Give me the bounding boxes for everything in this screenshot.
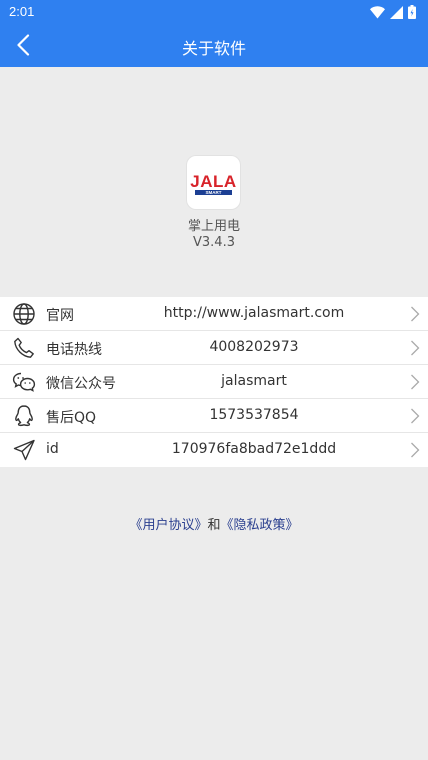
row-value: jalasmart — [221, 373, 287, 389]
connector-text: 和 — [207, 518, 221, 533]
wechat-icon — [12, 372, 36, 392]
row-label: 微信公众号 — [46, 376, 116, 392]
row-value: 1573537854 — [209, 407, 299, 423]
info-list: 官网 http://www.jalasmart.com 电话热线 4008202… — [0, 297, 428, 467]
app-header: 2:01 关于软件 — [0, 0, 428, 67]
privacy-policy-link[interactable]: 《隐私政策》 — [221, 518, 299, 533]
send-icon — [13, 439, 35, 461]
chevron-right-icon — [411, 442, 420, 458]
row-label: 官网 — [46, 308, 74, 324]
globe-icon — [13, 303, 35, 325]
phone-icon — [14, 337, 34, 358]
qq-icon — [15, 405, 33, 427]
nav-bar: 关于软件 — [0, 24, 428, 67]
row-label: 电话热线 — [46, 342, 102, 358]
status-icons — [370, 4, 416, 20]
chevron-right-icon — [411, 340, 420, 356]
row-website[interactable]: 官网 http://www.jalasmart.com — [0, 297, 428, 331]
battery-icon — [408, 5, 416, 19]
row-id[interactable]: id 170976fa8bad72e1ddd — [0, 433, 428, 467]
wifi-icon — [370, 5, 385, 19]
app-name: 掌上用电 — [187, 219, 240, 234]
app-version: V3.4.3 — [193, 235, 235, 250]
status-bar: 2:01 — [0, 0, 428, 24]
logo-subtitle: SMART — [206, 190, 222, 195]
row-value: 170976fa8bad72e1ddd — [171, 441, 337, 457]
row-qq[interactable]: 售后QQ 1573537854 — [0, 399, 428, 433]
chevron-right-icon — [411, 374, 420, 390]
app-logo: JALA SMART — [187, 156, 240, 209]
row-label: 售后QQ — [46, 410, 97, 426]
user-agreement-link[interactable]: 《用户协议》 — [129, 518, 207, 533]
page-title: 关于软件 — [181, 39, 246, 58]
signal-icon — [390, 5, 403, 19]
row-hotline[interactable]: 电话热线 4008202973 — [0, 331, 428, 365]
chevron-right-icon — [411, 408, 420, 424]
row-wechat[interactable]: 微信公众号 jalasmart — [0, 365, 428, 399]
status-time: 2:01 — [9, 4, 35, 19]
chevron-right-icon — [411, 306, 420, 322]
logo-wordmark: JALA — [190, 172, 236, 191]
row-value: http://www.jalasmart.com — [163, 305, 345, 321]
row-label: id — [46, 441, 59, 457]
row-value: 4008202973 — [209, 339, 299, 355]
jala-logo-icon: JALA SMART — [190, 172, 236, 195]
agreement-links: 《用户协议》和《隐私政策》 — [0, 514, 428, 533]
